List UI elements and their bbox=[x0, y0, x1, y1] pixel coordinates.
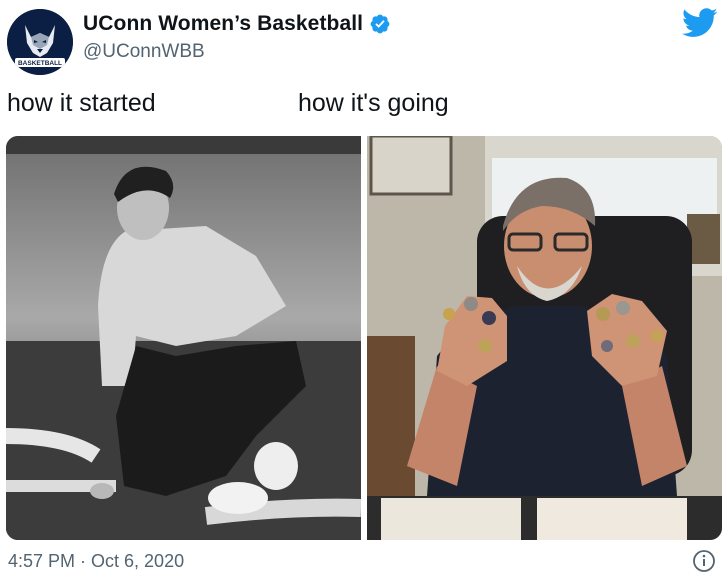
display-name[interactable]: UConn Women’s Basketball bbox=[83, 12, 363, 36]
caption-how-its-going: how it's going bbox=[298, 89, 449, 117]
color-coach-rings-photo bbox=[367, 136, 722, 540]
name-row: UConn Women’s Basketball bbox=[83, 12, 391, 36]
husky-logo-icon: BASKETBALL bbox=[7, 9, 73, 75]
bw-coach-photo bbox=[6, 136, 361, 540]
tweet-timestamp[interactable]: 4:57 PM · Oct 6, 2020 bbox=[8, 551, 184, 572]
handle[interactable]: @UConnWBB bbox=[83, 41, 205, 63]
photo-how-it-started[interactable] bbox=[6, 136, 361, 540]
verified-badge-icon bbox=[370, 14, 390, 34]
avatar[interactable]: BASKETBALL bbox=[7, 9, 73, 75]
caption-how-it-started: how it started bbox=[7, 89, 156, 117]
photo-how-its-going[interactable] bbox=[367, 136, 722, 540]
tweet-card: BASKETBALL UConn Women’s Basketball @UCo… bbox=[0, 0, 728, 582]
info-icon[interactable] bbox=[692, 549, 716, 573]
twitter-bird-icon[interactable] bbox=[682, 8, 718, 38]
avatar-text: BASKETBALL bbox=[18, 60, 62, 67]
